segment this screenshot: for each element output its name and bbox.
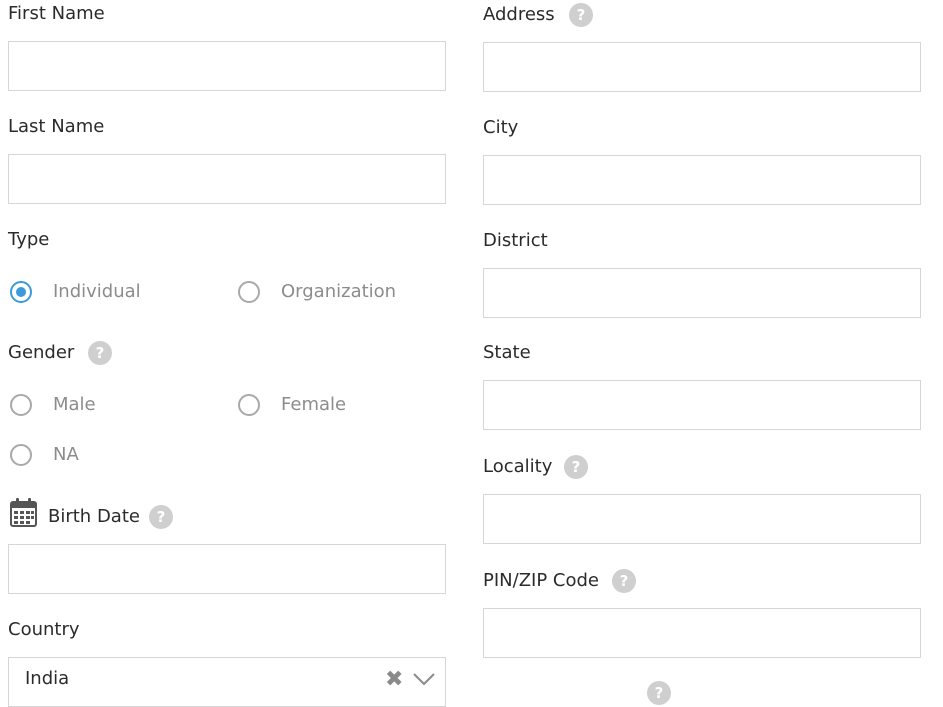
gender-na-label[interactable]: NA [53,443,79,467]
pin-zip-label: PIN/ZIP Code [483,570,599,591]
country-label: Country [8,619,80,640]
calendar-icon [10,498,37,527]
birth-date-help-icon[interactable]: ? [149,505,173,529]
last-name-input[interactable] [8,154,446,204]
address-label: Address [483,4,555,25]
address-help-icon[interactable]: ? [569,3,593,27]
chevron-down-icon[interactable] [413,672,435,686]
gender-female-radio[interactable] [238,394,260,416]
gender-label: Gender [8,342,75,363]
first-name-input[interactable] [8,41,446,91]
type-individual-label[interactable]: Individual [53,280,141,304]
pin-zip-input[interactable] [483,608,921,658]
pin-zip-help-icon[interactable]: ? [612,569,636,593]
birth-date-input[interactable] [8,544,446,594]
last-name-label: Last Name [8,116,105,137]
locality-help-icon[interactable]: ? [564,455,588,479]
country-selected-value: India [25,668,70,689]
first-name-label: First Name [8,3,105,24]
next-field-help-icon[interactable]: ? [647,681,671,705]
gender-help-icon[interactable]: ? [88,341,112,365]
city-label: City [483,117,519,138]
type-label: Type [8,229,50,250]
gender-female-label[interactable]: Female [281,393,346,417]
country-select[interactable]: India ✖ [8,657,446,707]
address-input[interactable] [483,42,921,92]
type-organization-label[interactable]: Organization [281,280,396,304]
state-label: State [483,342,531,363]
locality-label: Locality [483,456,553,477]
city-input[interactable] [483,155,921,205]
gender-male-radio[interactable] [10,394,32,416]
clear-selection-icon[interactable]: ✖ [385,669,403,691]
type-individual-radio[interactable] [10,281,32,303]
state-input[interactable] [483,380,921,430]
gender-male-label[interactable]: Male [53,393,96,417]
birth-date-label: Birth Date [48,506,140,527]
district-input[interactable] [483,268,921,318]
gender-na-radio[interactable] [10,444,32,466]
locality-input[interactable] [483,494,921,544]
district-label: District [483,230,548,251]
type-organization-radio[interactable] [238,281,260,303]
